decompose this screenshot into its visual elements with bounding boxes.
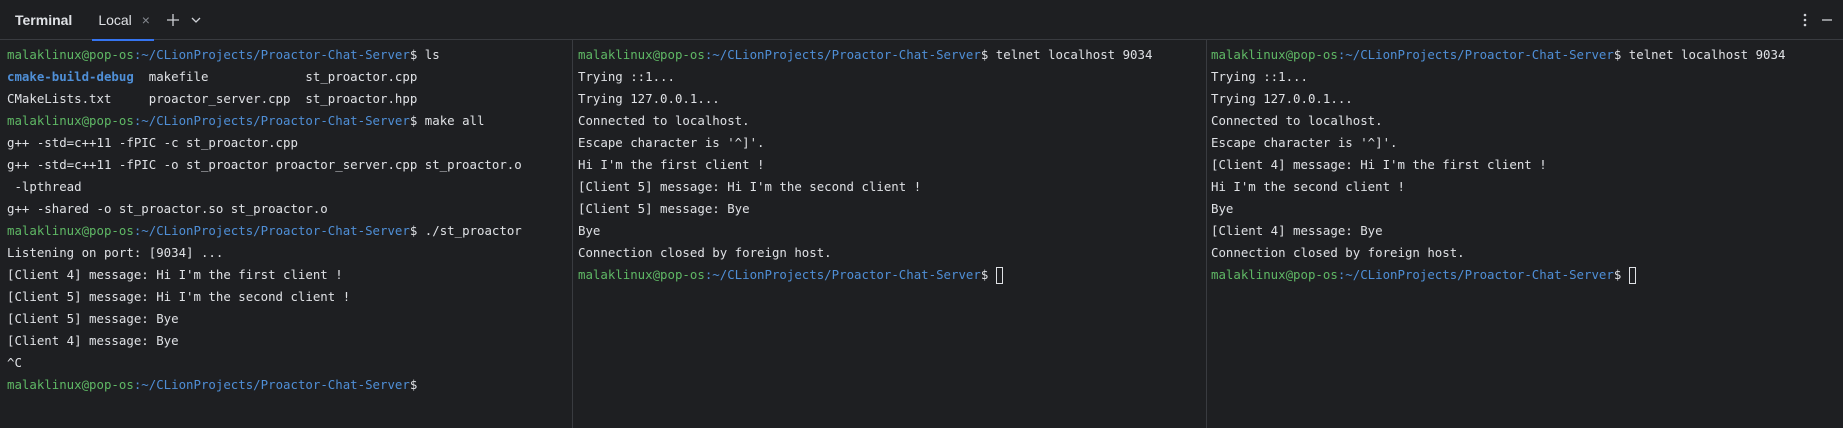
terminal-line: Bye — [578, 223, 601, 238]
prompt-user-host: malaklinux@pop-os — [7, 223, 134, 238]
more-vertical-icon[interactable] — [1803, 13, 1807, 27]
prompt-user-host: malaklinux@pop-os — [7, 47, 134, 62]
terminal-line: Escape character is '^]'. — [578, 135, 765, 150]
prompt-user-host: malaklinux@pop-os — [578, 267, 705, 282]
prompt-path: :~/CLionProjects/Proactor-Chat-Server — [133, 377, 410, 392]
command-text: ./st_proactor — [417, 223, 522, 238]
prompt-user-host: malaklinux@pop-os — [1211, 47, 1338, 62]
prompt-user-host: malaklinux@pop-os — [7, 377, 134, 392]
terminal-pane-server[interactable]: malaklinux@pop-os:~/CLionProjects/Proact… — [0, 40, 573, 428]
terminal-line: [Client 5] message: Hi I'm the second cl… — [7, 289, 351, 304]
prompt-path: :~/CLionProjects/Proactor-Chat-Server — [1337, 267, 1614, 282]
terminal-line: g++ -std=c++11 -fPIC -o st_proactor proa… — [7, 157, 522, 172]
prompt-path: :~/CLionProjects/Proactor-Chat-Server — [1337, 47, 1614, 62]
terminal-line: Connected to localhost. — [578, 113, 750, 128]
output-text: makefile st_proactor.cpp — [133, 69, 418, 84]
terminal-line: Trying 127.0.0.1... — [1211, 91, 1353, 106]
command-text: ls — [417, 47, 440, 62]
terminal-line: cmake-build-debug makefile st_proactor.c… — [7, 66, 572, 88]
plus-icon[interactable] — [166, 13, 180, 27]
terminal-line: Trying ::1... — [578, 69, 675, 84]
command-text: telnet localhost 9034 — [988, 47, 1153, 62]
terminal-line: [Client 4] message: Bye — [7, 333, 179, 348]
terminal-line: -lpthread — [7, 179, 82, 194]
close-tab-icon[interactable]: × — [142, 12, 150, 28]
terminal-line: Connection closed by foreign host. — [1211, 245, 1465, 260]
prompt-path: :~/CLionProjects/Proactor-Chat-Server — [704, 267, 981, 282]
prompt-user-host: malaklinux@pop-os — [1211, 267, 1338, 282]
terminal-line: Connection closed by foreign host. — [578, 245, 832, 260]
terminal-line: malaklinux@pop-os:~/CLionProjects/Proact… — [1211, 44, 1843, 66]
tool-window-title: Terminal — [15, 11, 73, 28]
terminal-line: [Client 5] message: Bye — [578, 201, 750, 216]
terminal-line: malaklinux@pop-os:~/CLionProjects/Proact… — [7, 44, 572, 66]
terminal-line: Bye — [1211, 201, 1234, 216]
terminal-line: malaklinux@pop-os:~/CLionProjects/Proact… — [578, 44, 1206, 66]
terminal-line: g++ -std=c++11 -fPIC -c st_proactor.cpp — [7, 135, 298, 150]
terminal-line: [Client 4] message: Hi I'm the first cli… — [7, 267, 343, 282]
terminal-toolbar: Terminal Local × — [0, 0, 1843, 41]
prompt-path: :~/CLionProjects/Proactor-Chat-Server — [133, 223, 410, 238]
terminal-window: Terminal Local × malaklinux@pop-os:~/CLi… — [0, 0, 1843, 428]
prompt-path: :~/CLionProjects/Proactor-Chat-Server — [133, 113, 410, 128]
prompt-dollar: $ — [1613, 267, 1622, 282]
tab-local[interactable]: Local × — [92, 0, 154, 41]
prompt-path: :~/CLionProjects/Proactor-Chat-Server — [704, 47, 981, 62]
prompt-user-host: malaklinux@pop-os — [578, 47, 705, 62]
terminal-line: Hi I'm the first client ! — [578, 157, 765, 172]
prompt-path: :~/CLionProjects/Proactor-Chat-Server — [133, 47, 410, 62]
terminal-line: [Client 5] message: Hi I'm the second cl… — [578, 179, 922, 194]
terminal-line: ^C — [7, 355, 22, 370]
terminal-line: malaklinux@pop-os:~/CLionProjects/Proact… — [7, 374, 572, 396]
command-text: telnet localhost 9034 — [1621, 47, 1786, 62]
terminal-line: Trying ::1... — [1211, 69, 1308, 84]
terminal-pane-client-1[interactable]: malaklinux@pop-os:~/CLionProjects/Proact… — [573, 40, 1207, 428]
directory-entry: cmake-build-debug — [7, 69, 134, 84]
terminal-line: CMakeLists.txt proactor_server.cpp st_pr… — [7, 91, 418, 106]
terminal-line: malaklinux@pop-os:~/CLionProjects/Proact… — [7, 220, 572, 242]
prompt-user-host: malaklinux@pop-os — [7, 113, 134, 128]
terminal-pane-client-2[interactable]: malaklinux@pop-os:~/CLionProjects/Proact… — [1207, 40, 1843, 428]
terminal-line: malaklinux@pop-os:~/CLionProjects/Proact… — [1211, 264, 1843, 286]
terminal-line: Escape character is '^]'. — [1211, 135, 1398, 150]
terminal-line: [Client 4] message: Bye — [1211, 223, 1383, 238]
terminal-split-panes: malaklinux@pop-os:~/CLionProjects/Proact… — [0, 40, 1843, 428]
terminal-line: malaklinux@pop-os:~/CLionProjects/Proact… — [578, 264, 1206, 286]
minimize-icon[interactable] — [1821, 14, 1833, 26]
command-text: make all — [417, 113, 485, 128]
terminal-line: [Client 4] message: Hi I'm the first cli… — [1211, 157, 1547, 172]
prompt-dollar: $ — [980, 267, 989, 282]
prompt-dollar: $ — [409, 377, 418, 392]
terminal-line: malaklinux@pop-os:~/CLionProjects/Proact… — [7, 110, 572, 132]
terminal-line: Listening on port: [9034] ... — [7, 245, 224, 260]
toolbar-actions — [1803, 0, 1833, 40]
terminal-line: g++ -shared -o st_proactor.so st_proacto… — [7, 201, 328, 216]
terminal-line: Connected to localhost. — [1211, 113, 1383, 128]
text-cursor — [1629, 267, 1637, 284]
terminal-line: Trying 127.0.0.1... — [578, 91, 720, 106]
terminal-line: Hi I'm the second client ! — [1211, 179, 1405, 194]
terminal-line: [Client 5] message: Bye — [7, 311, 179, 326]
tab-label: Local — [98, 11, 132, 28]
chevron-down-icon[interactable] — [190, 14, 202, 26]
text-cursor — [996, 267, 1004, 284]
